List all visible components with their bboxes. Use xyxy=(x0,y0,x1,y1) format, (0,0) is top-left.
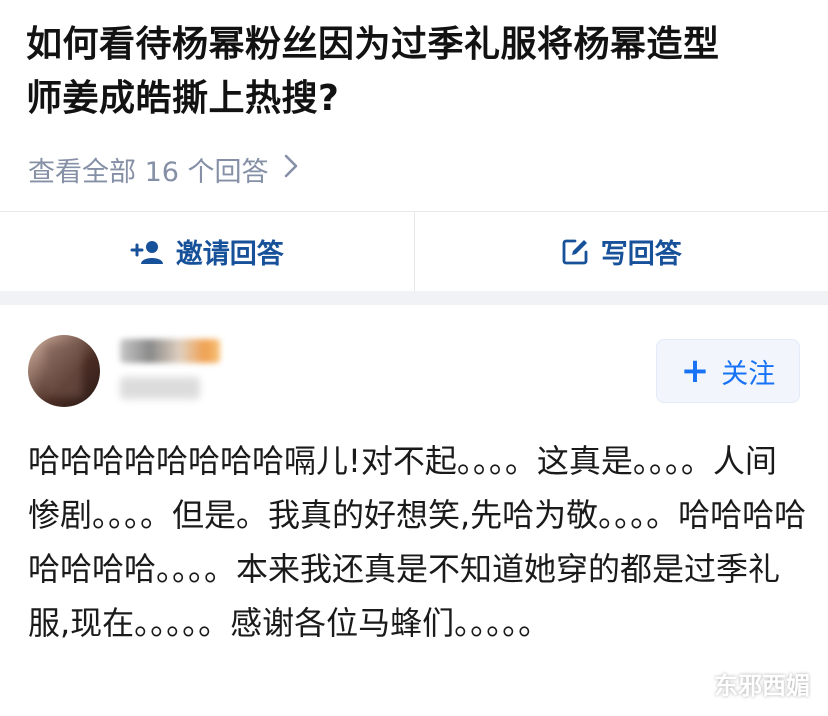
view-all-answers-link[interactable]: 查看全部 16 个回答 xyxy=(28,150,299,189)
edit-icon xyxy=(561,238,589,266)
view-all-label: 查看全部 16 个回答 xyxy=(28,157,269,188)
wechat-icon xyxy=(676,672,706,696)
plus-icon: + xyxy=(680,351,710,391)
author-row: + 关注 xyxy=(0,305,828,415)
follow-label: 关注 xyxy=(721,358,776,390)
watermark: 东邪西媚 xyxy=(676,666,810,701)
blurred-author-name[interactable] xyxy=(120,339,220,363)
chevron-right-icon xyxy=(283,153,299,186)
invite-answer-button[interactable]: 邀请回答 xyxy=(0,212,414,291)
section-divider xyxy=(0,291,828,305)
question-title-line-2[interactable]: 师姜成皓撕上热搜? xyxy=(26,72,806,126)
invite-answer-label: 邀请回答 xyxy=(175,239,284,270)
write-answer-label: 写回答 xyxy=(600,239,682,270)
question-actions-bar: 邀请回答 写回答 xyxy=(0,211,828,291)
write-answer-button[interactable]: 写回答 xyxy=(413,212,828,291)
answer-body: 哈哈哈哈哈哈哈哈嗝儿!对不起。。。。这真是。。。。人间惨剧。。。。但是。我真的好… xyxy=(28,442,807,642)
blurred-author-headline xyxy=(120,377,200,399)
question-title[interactable]: 如何看待杨幂粉丝因为过季礼服将杨幂造型 师姜成皓撕上热搜? xyxy=(26,18,806,126)
avatar[interactable] xyxy=(28,335,100,407)
question-title-line-1[interactable]: 如何看待杨幂粉丝因为过季礼服将杨幂造型 xyxy=(26,18,806,72)
follow-button[interactable]: + 关注 xyxy=(656,339,800,403)
watermark-label: 东邪西媚 xyxy=(714,672,810,700)
add-user-icon xyxy=(130,239,164,265)
